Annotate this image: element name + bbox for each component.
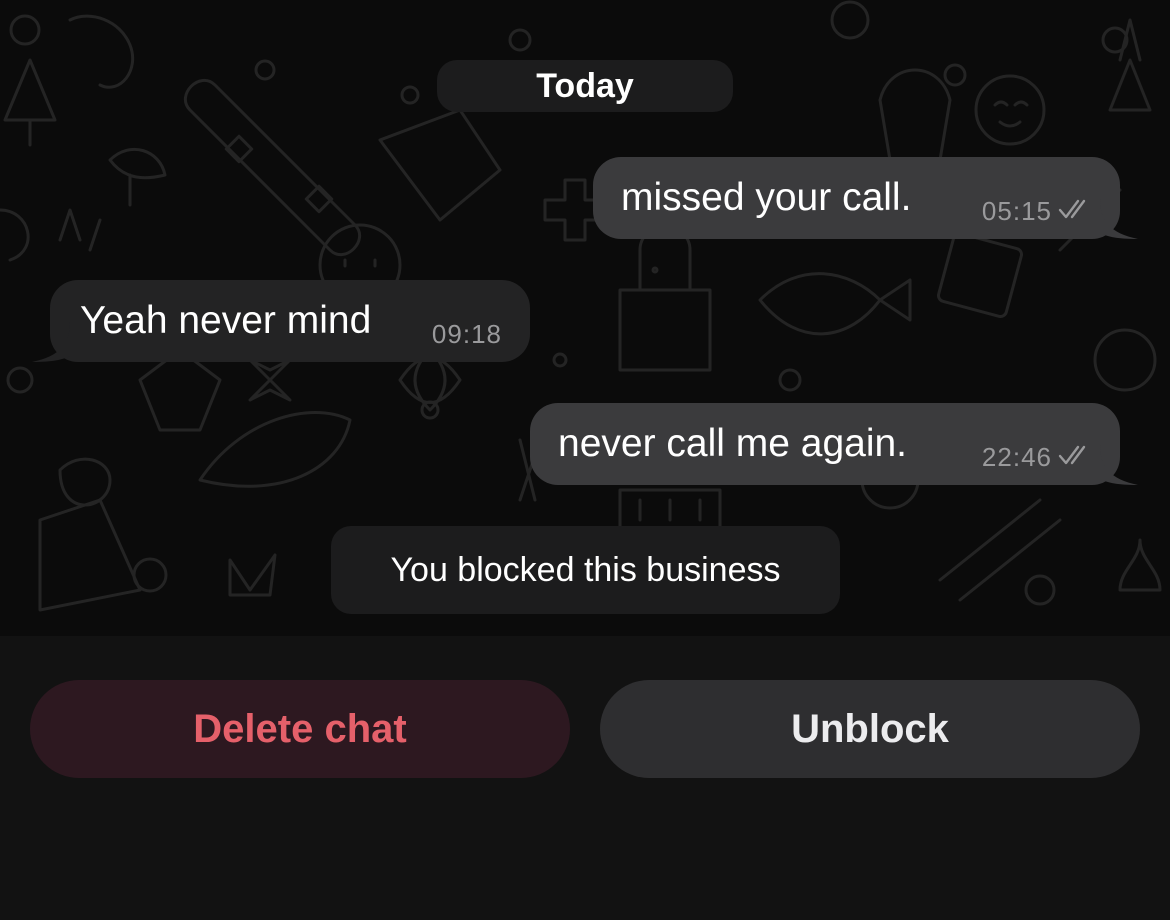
message-time: 09:18 — [431, 319, 502, 349]
message-outgoing[interactable]: never call me again. 22:46 — [530, 403, 1138, 485]
bubble-tail-icon — [1100, 199, 1138, 239]
delete-chat-button[interactable]: Delete chat — [30, 680, 570, 778]
bubble-tail-icon — [32, 322, 70, 362]
date-label: Today — [536, 66, 634, 105]
message-text: Yeah never mind — [80, 299, 372, 342]
delete-chat-label: Delete chat — [193, 706, 407, 751]
unblock-button[interactable]: Unblock — [600, 680, 1140, 778]
date-separator: Today — [437, 60, 733, 112]
chat-area[interactable]: Today missed your call. 05:15 Yeah never… — [0, 0, 1170, 636]
message-text: never call me again. — [558, 422, 908, 465]
blocked-notice-text: You blocked this business — [390, 550, 781, 589]
bubble-tail-icon — [1100, 445, 1138, 485]
message-time: 05:15 — [981, 196, 1052, 226]
message-incoming[interactable]: Yeah never mind 09:18 — [32, 280, 530, 362]
double-check-icon — [1058, 196, 1094, 227]
message-meta: 05:15 — [982, 196, 1094, 227]
blocked-notice: You blocked this business — [331, 526, 840, 614]
chat-screen: Today missed your call. 05:15 Yeah never… — [0, 0, 1170, 920]
message-time: 22:46 — [981, 442, 1052, 472]
message-outgoing[interactable]: missed your call. 05:15 — [593, 157, 1138, 239]
blocked-action-bar: Delete chat Unblock — [0, 636, 1170, 920]
message-meta: 22:46 — [982, 442, 1094, 473]
message-meta: 09:18 — [432, 319, 502, 350]
message-text: missed your call. — [621, 176, 912, 219]
unblock-label: Unblock — [791, 706, 949, 751]
double-check-icon — [1058, 442, 1094, 473]
